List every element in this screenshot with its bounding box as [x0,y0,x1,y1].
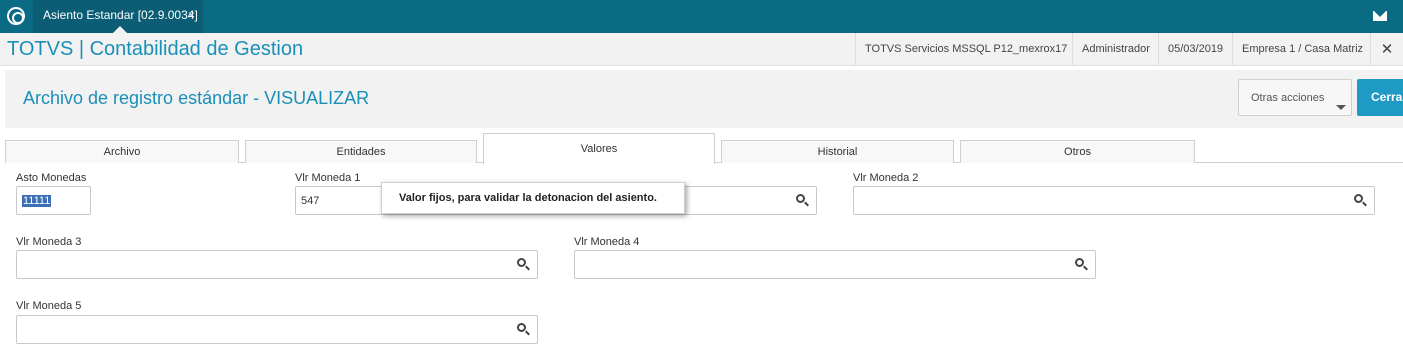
search-icon[interactable] [517,258,526,267]
tab-valores[interactable]: Valores [483,133,715,164]
caret-down-icon [1336,105,1346,110]
tab-entidades[interactable]: Entidades [245,140,477,163]
app-close-icon[interactable]: ✕ [1370,33,1403,66]
vlr-moneda-5-label: Vlr Moneda 5 [16,300,82,312]
company-info[interactable]: Empresa 1 / Casa Matriz [1232,33,1372,66]
top-bar: Asiento Estandar [02.9.0034] × [0,0,1403,33]
otras-acciones-label: Otras acciones [1251,92,1325,104]
cerrar-button[interactable]: Cerra [1357,79,1403,116]
field-tooltip: Valor fijos, para validar la detonacion … [381,182,685,214]
tab-pointer-arrow [113,26,127,33]
window-tab-close-icon[interactable]: × [188,0,195,31]
vlr-moneda-4-field[interactable] [574,250,1096,279]
asto-monedas-label: Asto Monedas [16,172,87,184]
vlr-moneda-1-label: Vlr Moneda 1 [295,172,361,184]
app-title: TOTVS | Contabilidad de Gestion [7,38,304,60]
asto-monedas-field[interactable]: 11111 [16,186,91,215]
tab-otros[interactable]: Otros [960,140,1195,163]
vlr-moneda-4-label: Vlr Moneda 4 [574,236,640,248]
user-info[interactable]: Administrador [1072,33,1159,66]
window-tab-label: Asiento Estandar [02.9.0034] [43,8,198,22]
tab-historial[interactable]: Historial [721,140,954,163]
vlr-moneda-3-field[interactable] [16,250,538,279]
vlr-moneda-3-label: Vlr Moneda 3 [16,236,82,248]
date-info[interactable]: 05/03/2019 [1158,33,1232,66]
search-icon[interactable] [796,194,805,203]
search-icon[interactable] [517,323,526,332]
page-title: Archivo de registro estándar - VISUALIZA… [23,88,370,108]
server-info[interactable]: TOTVS Servicios MSSQL P12_mexrox17 [855,33,1076,66]
vlr-moneda-2-label: Vlr Moneda 2 [853,172,919,184]
asto-monedas-value: 11111 [22,195,52,207]
otras-acciones-button[interactable]: Otras acciones [1238,79,1352,116]
search-icon[interactable] [1075,258,1084,267]
app-header: TOTVS | Contabilidad de Gestion TOTVS Se… [0,33,1403,66]
vlr-moneda-1-value: 547 [301,195,320,207]
vlr-moneda-2-field[interactable] [853,186,1375,215]
page-header: Archivo de registro estándar - VISUALIZA… [5,70,1403,128]
vlr-moneda-5-field[interactable] [16,315,538,344]
search-icon[interactable] [1354,194,1363,203]
tab-archivo[interactable]: Archivo [5,140,239,163]
mail-icon[interactable] [1373,11,1387,21]
totvs-logo-icon[interactable] [7,7,25,25]
